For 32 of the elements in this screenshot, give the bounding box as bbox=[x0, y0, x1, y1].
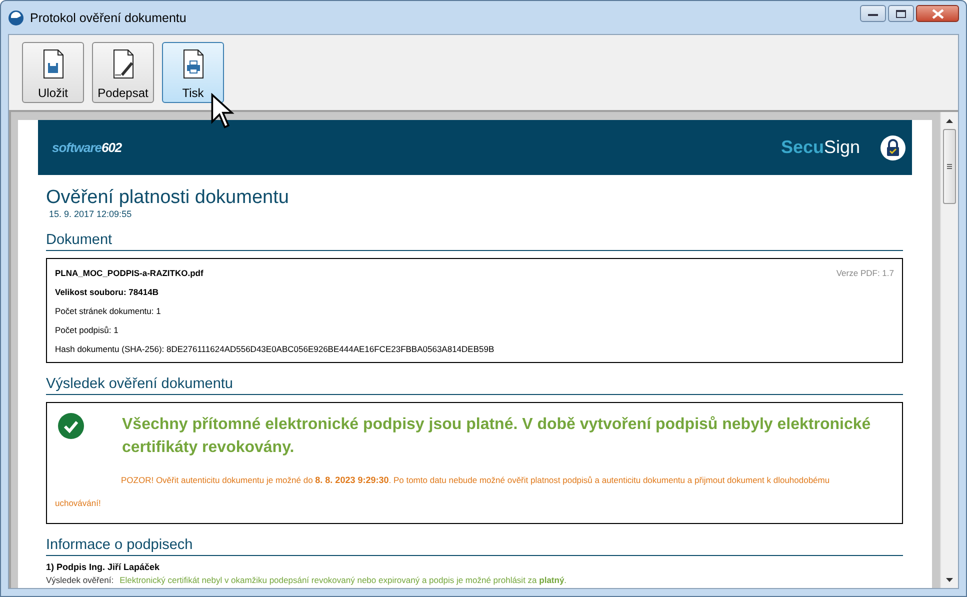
signature-title: 1) Podpis Ing. Jiří Lapáček bbox=[46, 562, 161, 572]
close-button[interactable] bbox=[916, 5, 959, 22]
verification-result-text: Elektronický certifikát nebyl v okamžiku podepsání revokovaný nebo expirovaný a podpis je možné prohlásit za platný. bbox=[120, 575, 567, 585]
result-message: Všechny přítomné elektronické podpisy jsou platné. V době vytvoření podpisů nebyly elektronické certifikáty revokovány. bbox=[122, 415, 872, 458]
field-label: Výsledek ověření: bbox=[46, 575, 114, 585]
sign-button[interactable]: Podepsat bbox=[92, 42, 154, 103]
save-button[interactable]: Uložit bbox=[22, 42, 84, 103]
date-text: 15. 9. 2017 12:09:55 bbox=[49, 209, 133, 219]
scroll-down-icon[interactable] bbox=[946, 578, 953, 582]
warning-text: POZOR! Ověřit autenticitu dokumentu je možné do 8. 8. 2023 9:29:30. Po tomto datu nebude možné ověřit platnost podpisů a autenticitu dokumentu a přijmout dokument k dlouhodobému uchovávání! bbox=[55, 474, 831, 510]
scroll-up-icon[interactable] bbox=[946, 118, 953, 122]
company-logo: software602 bbox=[52, 140, 122, 155]
section-heading: Informace o podpisech bbox=[46, 537, 903, 556]
info-row-text: Velikost souboru: 78414B bbox=[55, 287, 160, 297]
grip-icon bbox=[947, 164, 952, 169]
padlock-icon bbox=[880, 134, 906, 160]
app-icon bbox=[8, 10, 24, 26]
product-logo: SecuSign bbox=[780, 137, 860, 158]
section-heading: Výsledek ověření dokumentu bbox=[46, 376, 903, 395]
maximize-icon bbox=[896, 10, 906, 18]
info-row-text: Počet stránek dokumentu: 1 bbox=[55, 306, 162, 316]
info-row-text: Počet podpisů: 1 bbox=[55, 325, 120, 335]
pdf-version: Verze PDF: 1.7 bbox=[836, 268, 894, 278]
close-icon bbox=[932, 8, 944, 18]
window-title: Protokol ověření dokumentu bbox=[30, 10, 188, 24]
file-name: PLNA_MOC_PODPIS-a-RAZITKO.pdf bbox=[55, 268, 204, 278]
vertical-scrollbar[interactable] bbox=[940, 112, 958, 588]
document-title: Ověření platnosti dokumentu bbox=[46, 187, 290, 209]
minimize-button[interactable] bbox=[860, 5, 886, 22]
info-row-text: Hash dokumentu (SHA-256): 8DE276111624AD556D43E0ABC056E926BE444AE16FCE23FBBA0563A814DEB59B bbox=[55, 344, 496, 354]
maximize-button[interactable] bbox=[888, 5, 914, 22]
section-heading: Dokument bbox=[46, 232, 903, 251]
